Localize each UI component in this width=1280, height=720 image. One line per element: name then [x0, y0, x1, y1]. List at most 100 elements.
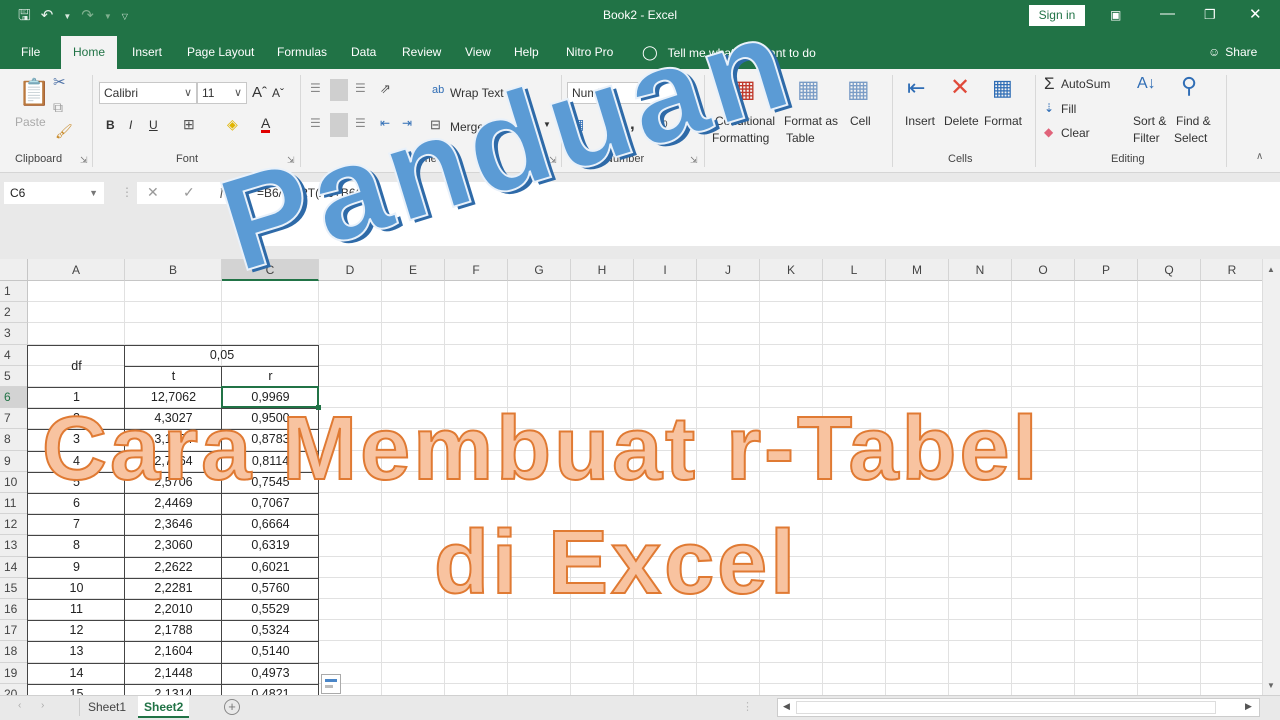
- italic-button[interactable]: I: [129, 118, 132, 132]
- column-header-r[interactable]: R: [1201, 259, 1262, 281]
- cell-r[interactable]: 0,6664: [222, 514, 319, 535]
- cell-df[interactable]: 10: [28, 578, 125, 599]
- autosum-button[interactable]: AutoSum: [1061, 77, 1110, 91]
- column-header-o[interactable]: O: [1012, 259, 1075, 281]
- horizontal-scroll-thumb[interactable]: [796, 701, 1216, 714]
- row-header-2[interactable]: 2: [0, 302, 28, 324]
- row-header-1[interactable]: 1: [0, 281, 28, 303]
- tab-view[interactable]: View: [465, 36, 491, 69]
- column-header-l[interactable]: L: [823, 259, 886, 281]
- clipboard-launcher-icon[interactable]: ⇲: [80, 155, 88, 166]
- tab-formulas[interactable]: Formulas: [277, 36, 327, 69]
- column-header-h[interactable]: H: [571, 259, 634, 281]
- row-header-14[interactable]: 14: [0, 556, 28, 578]
- cell-df[interactable]: 12: [28, 620, 125, 641]
- cell-r[interactable]: 0,5140: [222, 641, 319, 662]
- scroll-up-icon[interactable]: ▲: [1267, 265, 1275, 274]
- scroll-down-icon[interactable]: ▼: [1267, 681, 1275, 690]
- top-align-icon[interactable]: ☰: [310, 81, 321, 95]
- row-header-20[interactable]: 20: [0, 683, 28, 695]
- column-header-k[interactable]: K: [760, 259, 823, 281]
- cell-t[interactable]: 2,2010: [125, 599, 222, 620]
- cell-t[interactable]: 2,1788: [125, 620, 222, 641]
- cell-t[interactable]: 2,3646: [125, 514, 222, 535]
- column-header-q[interactable]: Q: [1138, 259, 1201, 281]
- share-button[interactable]: ☺ Share: [1208, 36, 1257, 69]
- scroll-right-icon[interactable]: ▶: [1245, 701, 1252, 712]
- sheet-tab-sheet1[interactable]: Sheet1: [82, 696, 132, 718]
- row-header-9[interactable]: 9: [0, 450, 28, 472]
- paste-label[interactable]: Paste: [15, 115, 46, 129]
- cell-df[interactable]: 13: [28, 641, 125, 662]
- row-header-7[interactable]: 7: [0, 408, 28, 430]
- row-header-19[interactable]: 19: [0, 662, 28, 684]
- minimize-icon[interactable]: —: [1160, 5, 1175, 22]
- format-cells-button[interactable]: Format: [984, 114, 1022, 128]
- clear-button[interactable]: Clear: [1061, 126, 1090, 140]
- cut-icon[interactable]: ✂: [53, 73, 66, 91]
- column-header-f[interactable]: F: [445, 259, 508, 281]
- close-icon[interactable]: ✕: [1249, 5, 1262, 23]
- cell-df[interactable]: 14: [28, 663, 125, 684]
- tab-home[interactable]: Home: [61, 36, 118, 69]
- row-header-5[interactable]: 5: [0, 365, 28, 387]
- sign-in-button[interactable]: Sign in: [1029, 5, 1085, 26]
- column-header-n[interactable]: N: [949, 259, 1012, 281]
- vertical-scrollbar[interactable]: ▲ ▼: [1262, 259, 1280, 695]
- cell-r-header[interactable]: r: [222, 366, 319, 387]
- font-family-select[interactable]: Calibri ∨: [99, 82, 197, 104]
- cell-r[interactable]: 0,5529: [222, 599, 319, 620]
- restore-icon[interactable]: ❐: [1204, 7, 1216, 23]
- next-sheet-icon[interactable]: ›: [41, 700, 44, 711]
- column-header-e[interactable]: E: [382, 259, 445, 281]
- new-sheet-button[interactable]: +: [224, 699, 240, 715]
- formula-bar-grip-icon[interactable]: ⋮: [121, 185, 133, 199]
- collapse-ribbon-icon[interactable]: ∧: [1256, 151, 1263, 162]
- column-header-i[interactable]: I: [634, 259, 697, 281]
- column-header-m[interactable]: M: [886, 259, 949, 281]
- decrease-font-size-icon[interactable]: Aˇ: [272, 86, 284, 100]
- row-header-17[interactable]: 17: [0, 620, 28, 642]
- insert-cells-button[interactable]: Insert: [905, 114, 935, 128]
- column-header-g[interactable]: G: [508, 259, 571, 281]
- row-header-15[interactable]: 15: [0, 577, 28, 599]
- row-header-8[interactable]: 8: [0, 429, 28, 451]
- cell-df[interactable]: 15: [28, 684, 125, 695]
- row-header-16[interactable]: 16: [0, 599, 28, 621]
- row-header-13[interactable]: 13: [0, 535, 28, 557]
- borders-icon[interactable]: ⊞: [183, 116, 195, 133]
- bottom-align-icon[interactable]: ☰: [355, 81, 366, 95]
- tab-file[interactable]: File: [21, 36, 40, 69]
- name-box[interactable]: C6 ▼: [4, 182, 104, 204]
- splitter-grip-icon[interactable]: ⋮: [742, 700, 753, 713]
- font-color-icon[interactable]: A: [261, 116, 271, 133]
- cell-t[interactable]: 2,2622: [125, 557, 222, 578]
- format-painter-icon[interactable]: 🖌: [55, 123, 73, 140]
- delete-cells-button[interactable]: Delete: [944, 114, 979, 128]
- quick-analysis-button[interactable]: [321, 674, 341, 694]
- row-header-18[interactable]: 18: [0, 641, 28, 663]
- cancel-icon[interactable]: ✕: [147, 184, 159, 201]
- cell-r[interactable]: 0,4973: [222, 663, 319, 684]
- row-header-3[interactable]: 3: [0, 323, 28, 345]
- cell-df[interactable]: 9: [28, 557, 125, 578]
- cell-alpha-header[interactable]: 0,05: [125, 345, 319, 366]
- cell-df[interactable]: 11: [28, 599, 125, 620]
- column-header-a[interactable]: A: [28, 259, 125, 281]
- enter-icon[interactable]: ✓: [183, 184, 195, 201]
- fill-color-icon[interactable]: ◈: [227, 116, 238, 133]
- scroll-left-icon[interactable]: ◀: [783, 701, 790, 712]
- cell-t[interactable]: 2,1448: [125, 663, 222, 684]
- middle-align-icon[interactable]: [330, 79, 348, 101]
- paste-icon[interactable]: 📋: [18, 77, 50, 108]
- fill-button[interactable]: Fill: [1061, 102, 1076, 116]
- tab-review[interactable]: Review: [402, 36, 441, 69]
- row-header-4[interactable]: 4: [0, 344, 28, 366]
- copy-icon[interactable]: ⧉: [53, 99, 63, 116]
- horizontal-scrollbar[interactable]: ◀ ▶: [777, 698, 1260, 717]
- tab-data[interactable]: Data: [351, 36, 376, 69]
- cell-r[interactable]: 0,5760: [222, 578, 319, 599]
- cell-t[interactable]: 2,2281: [125, 578, 222, 599]
- select-all-button[interactable]: [0, 259, 28, 281]
- cell-r[interactable]: 0,6021: [222, 557, 319, 578]
